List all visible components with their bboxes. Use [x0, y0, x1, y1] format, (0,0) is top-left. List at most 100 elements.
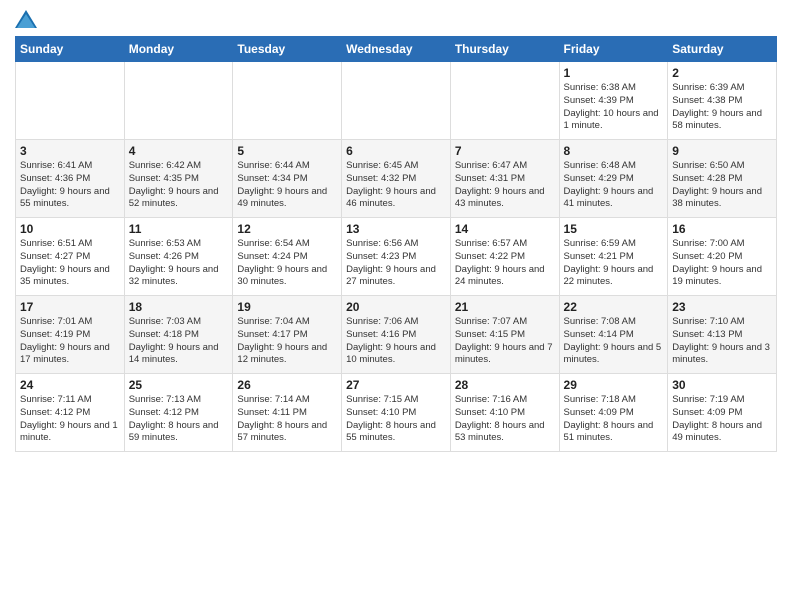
cell-w3-d5: 15 Sunrise: 6:59 AM Sunset: 4:21 PM Dayli… [559, 218, 668, 296]
cell-w1-d3 [342, 62, 451, 140]
week-row-4: 17 Sunrise: 7:01 AM Sunset: 4:19 PM Dayli… [16, 296, 777, 374]
day-info: Sunrise: 6:53 AM Sunset: 4:26 PM Dayligh… [129, 238, 229, 289]
day-number: 18 [129, 300, 229, 314]
logo-icon [15, 10, 37, 28]
col-wednesday: Wednesday [342, 37, 451, 62]
cell-w2-d5: 8 Sunrise: 6:48 AM Sunset: 4:29 PM Daylig… [559, 140, 668, 218]
cell-w3-d4: 14 Sunrise: 6:57 AM Sunset: 4:22 PM Dayli… [450, 218, 559, 296]
day-info: Sunrise: 7:04 AM Sunset: 4:17 PM Dayligh… [237, 316, 337, 367]
col-tuesday: Tuesday [233, 37, 342, 62]
day-info: Sunrise: 6:38 AM Sunset: 4:39 PM Dayligh… [564, 82, 664, 133]
day-info: Sunrise: 7:10 AM Sunset: 4:13 PM Dayligh… [672, 316, 772, 367]
day-info: Sunrise: 6:59 AM Sunset: 4:21 PM Dayligh… [564, 238, 664, 289]
day-info: Sunrise: 6:45 AM Sunset: 4:32 PM Dayligh… [346, 160, 446, 211]
cell-w2-d6: 9 Sunrise: 6:50 AM Sunset: 4:28 PM Daylig… [668, 140, 777, 218]
col-sunday: Sunday [16, 37, 125, 62]
week-row-5: 24Sunrise: 7:11 AM Sunset: 4:12 PM Dayli… [16, 374, 777, 452]
day-number: 4 [129, 144, 229, 158]
day-number: 20 [346, 300, 446, 314]
day-info: Sunrise: 6:54 AM Sunset: 4:24 PM Dayligh… [237, 238, 337, 289]
cell-w1-d2 [233, 62, 342, 140]
cell-w5-d2: 26 Sunrise: 7:14 AM Sunset: 4:11 PM Dayli… [233, 374, 342, 452]
header-row: Sunday Monday Tuesday Wednesday Thursday… [16, 37, 777, 62]
day-number: 30 [672, 378, 772, 392]
day-info: Sunrise: 6:44 AM Sunset: 4:34 PM Dayligh… [237, 160, 337, 211]
day-number: 25 [129, 378, 229, 392]
day-info: Sunrise: 6:48 AM Sunset: 4:29 PM Dayligh… [564, 160, 664, 211]
day-info: Sunrise: 7:14 AM Sunset: 4:11 PM Dayligh… [237, 394, 337, 445]
day-info: Sunrise: 7:08 AM Sunset: 4:14 PM Dayligh… [564, 316, 664, 367]
cell-w4-d5: 22 Sunrise: 7:08 AM Sunset: 4:14 PM Dayli… [559, 296, 668, 374]
day-info: Sunrise: 7:18 AM Sunset: 4:09 PM Dayligh… [564, 394, 664, 445]
calendar-header: Sunday Monday Tuesday Wednesday Thursday… [16, 37, 777, 62]
cell-w4-d1: 18 Sunrise: 7:03 AM Sunset: 4:18 PM Dayli… [124, 296, 233, 374]
week-row-3: 10 Sunrise: 6:51 AM Sunset: 4:27 PM Dayli… [16, 218, 777, 296]
cell-w4-d0: 17 Sunrise: 7:01 AM Sunset: 4:19 PM Dayli… [16, 296, 125, 374]
cell-w1-d0 [16, 62, 125, 140]
cell-w2-d0: 3 Sunrise: 6:41 AM Sunset: 4:36 PM Daylig… [16, 140, 125, 218]
day-number: 19 [237, 300, 337, 314]
day-number: 22 [564, 300, 664, 314]
day-info: Sunrise: 6:42 AM Sunset: 4:35 PM Dayligh… [129, 160, 229, 211]
day-number: 15 [564, 222, 664, 236]
day-number: 14 [455, 222, 555, 236]
cell-w3-d3: 13Sunrise: 6:56 AM Sunset: 4:23 PM Dayli… [342, 218, 451, 296]
cell-w1-d4 [450, 62, 559, 140]
cell-w5-d1: 25 Sunrise: 7:13 AM Sunset: 4:12 PM Dayli… [124, 374, 233, 452]
logo [15, 10, 41, 28]
cell-w3-d1: 11 Sunrise: 6:53 AM Sunset: 4:26 PM Dayli… [124, 218, 233, 296]
day-info: Sunrise: 7:06 AM Sunset: 4:16 PM Dayligh… [346, 316, 446, 367]
cell-w5-d4: 28Sunrise: 7:16 AM Sunset: 4:10 PM Dayli… [450, 374, 559, 452]
day-info: Sunrise: 7:03 AM Sunset: 4:18 PM Dayligh… [129, 316, 229, 367]
cell-w1-d6: 2 Sunrise: 6:39 AM Sunset: 4:38 PM Daylig… [668, 62, 777, 140]
cell-w2-d1: 4 Sunrise: 6:42 AM Sunset: 4:35 PM Daylig… [124, 140, 233, 218]
col-friday: Friday [559, 37, 668, 62]
cell-w5-d3: 27 Sunrise: 7:15 AM Sunset: 4:10 PM Dayli… [342, 374, 451, 452]
day-info: Sunrise: 6:57 AM Sunset: 4:22 PM Dayligh… [455, 238, 555, 289]
calendar-table: Sunday Monday Tuesday Wednesday Thursday… [15, 36, 777, 452]
day-info: Sunrise: 7:19 AM Sunset: 4:09 PM Dayligh… [672, 394, 772, 445]
day-number: 9 [672, 144, 772, 158]
day-number: 27 [346, 378, 446, 392]
day-info: Sunrise: 7:07 AM Sunset: 4:15 PM Dayligh… [455, 316, 555, 367]
cell-w5-d0: 24Sunrise: 7:11 AM Sunset: 4:12 PM Dayli… [16, 374, 125, 452]
day-number: 2 [672, 66, 772, 80]
day-number: 24 [20, 378, 120, 392]
cell-w2-d3: 6 Sunrise: 6:45 AM Sunset: 4:32 PM Daylig… [342, 140, 451, 218]
day-number: 16 [672, 222, 772, 236]
cell-w3-d2: 12 Sunrise: 6:54 AM Sunset: 4:24 PM Dayli… [233, 218, 342, 296]
cell-w4-d4: 21 Sunrise: 7:07 AM Sunset: 4:15 PM Dayli… [450, 296, 559, 374]
cell-w5-d6: 30 Sunrise: 7:19 AM Sunset: 4:09 PM Dayli… [668, 374, 777, 452]
calendar-body: 1Sunrise: 6:38 AM Sunset: 4:39 PM Daylig… [16, 62, 777, 452]
day-number: 26 [237, 378, 337, 392]
cell-w2-d4: 7Sunrise: 6:47 AM Sunset: 4:31 PM Daylig… [450, 140, 559, 218]
day-info: Sunrise: 6:39 AM Sunset: 4:38 PM Dayligh… [672, 82, 772, 133]
day-number: 23 [672, 300, 772, 314]
col-saturday: Saturday [668, 37, 777, 62]
day-number: 12 [237, 222, 337, 236]
day-number: 5 [237, 144, 337, 158]
day-number: 10 [20, 222, 120, 236]
cell-w4-d2: 19 Sunrise: 7:04 AM Sunset: 4:17 PM Dayli… [233, 296, 342, 374]
day-info: Sunrise: 7:13 AM Sunset: 4:12 PM Dayligh… [129, 394, 229, 445]
week-row-1: 1Sunrise: 6:38 AM Sunset: 4:39 PM Daylig… [16, 62, 777, 140]
day-info: Sunrise: 6:51 AM Sunset: 4:27 PM Dayligh… [20, 238, 120, 289]
cell-w5-d5: 29 Sunrise: 7:18 AM Sunset: 4:09 PM Dayli… [559, 374, 668, 452]
col-monday: Monday [124, 37, 233, 62]
day-info: Sunrise: 6:41 AM Sunset: 4:36 PM Dayligh… [20, 160, 120, 211]
day-number: 29 [564, 378, 664, 392]
day-info: Sunrise: 7:15 AM Sunset: 4:10 PM Dayligh… [346, 394, 446, 445]
day-info: Sunrise: 7:01 AM Sunset: 4:19 PM Dayligh… [20, 316, 120, 367]
cell-w4-d3: 20 Sunrise: 7:06 AM Sunset: 4:16 PM Dayli… [342, 296, 451, 374]
cell-w1-d1 [124, 62, 233, 140]
day-number: 8 [564, 144, 664, 158]
day-number: 11 [129, 222, 229, 236]
day-number: 3 [20, 144, 120, 158]
day-info: Sunrise: 6:50 AM Sunset: 4:28 PM Dayligh… [672, 160, 772, 211]
day-number: 6 [346, 144, 446, 158]
day-info: Sunrise: 6:56 AM Sunset: 4:23 PM Dayligh… [346, 238, 446, 289]
page-container: Sunday Monday Tuesday Wednesday Thursday… [0, 0, 792, 462]
day-number: 21 [455, 300, 555, 314]
cell-w1-d5: 1Sunrise: 6:38 AM Sunset: 4:39 PM Daylig… [559, 62, 668, 140]
day-number: 17 [20, 300, 120, 314]
